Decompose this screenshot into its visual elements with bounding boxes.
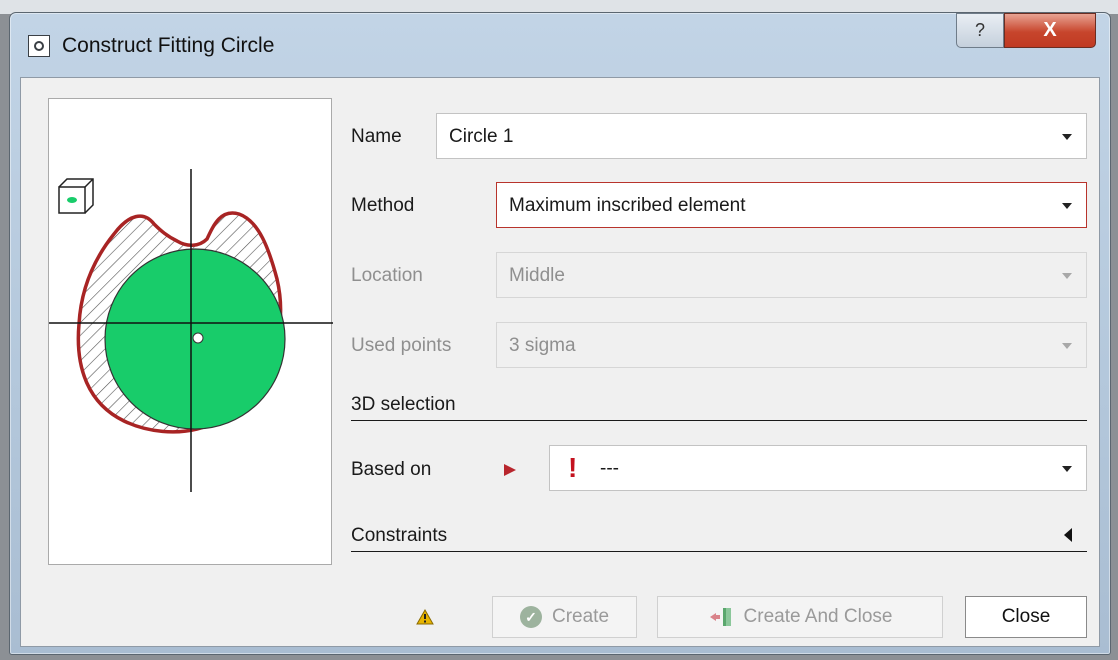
based-on-combobox[interactable]: ! ---: [549, 445, 1087, 491]
name-label: Name: [351, 126, 402, 147]
method-label: Method: [351, 195, 415, 216]
fitting-circle-illustration: [49, 169, 333, 492]
name-combobox[interactable]: Circle 1: [436, 113, 1087, 159]
center-point: [192, 332, 204, 344]
collapse-left-arrow-icon[interactable]: [1064, 528, 1072, 542]
method-combobox[interactable]: Maximum inscribed element: [496, 182, 1087, 228]
close-button[interactable]: Close: [965, 596, 1087, 638]
based-on-label: Based on: [351, 459, 432, 480]
red-play-arrow-icon: [504, 464, 516, 476]
title-bar[interactable]: Construct Fitting Circle ? X: [10, 13, 1110, 77]
selection-divider: [351, 420, 1087, 421]
used-points-combobox[interactable]: 3 sigma: [496, 322, 1087, 368]
constraints-divider: [351, 551, 1087, 552]
dialog-window: Construct Fitting Circle ? X Name Circle…: [9, 12, 1111, 655]
help-button[interactable]: ?: [956, 13, 1004, 48]
chevron-down-icon[interactable]: [1062, 203, 1072, 209]
warning-triangle-icon: [416, 609, 434, 625]
constraints-section-header[interactable]: Constraints: [351, 524, 447, 548]
location-value: Middle: [509, 265, 565, 286]
location-label: Location: [351, 265, 423, 286]
location-combobox[interactable]: Middle: [496, 252, 1087, 298]
based-on-value: ---: [600, 458, 619, 479]
window-menu-icon[interactable]: [28, 35, 50, 57]
name-value: Circle 1: [449, 126, 514, 147]
chevron-down-icon[interactable]: [1062, 273, 1072, 279]
3d-box-icon[interactable]: [58, 178, 94, 214]
check-circle-icon: ✓: [519, 606, 542, 628]
red-exclamation-icon: !: [568, 452, 578, 483]
selection-section-header: 3D selection: [351, 394, 456, 415]
close-button-label: Close: [1001, 606, 1051, 627]
create-button[interactable]: ✓ Create: [492, 596, 637, 638]
method-value: Maximum inscribed element: [509, 195, 746, 216]
create-and-close-button-label: Create And Close: [743, 606, 893, 627]
exit-door-icon: [709, 608, 731, 626]
create-and-close-button[interactable]: Create And Close: [657, 596, 943, 638]
close-window-button[interactable]: X: [1004, 13, 1096, 48]
used-points-value: 3 sigma: [509, 335, 576, 356]
window-title: Construct Fitting Circle: [62, 34, 275, 57]
dialog-body: Name Circle 1 Method Maximum inscribed e…: [20, 77, 1100, 647]
preview-panel: [48, 98, 333, 565]
chevron-down-icon[interactable]: [1062, 466, 1072, 472]
chevron-down-icon[interactable]: [1062, 134, 1072, 140]
chevron-down-icon[interactable]: [1062, 343, 1072, 349]
create-button-label: Create: [551, 606, 610, 627]
used-points-label: Used points: [351, 335, 452, 356]
